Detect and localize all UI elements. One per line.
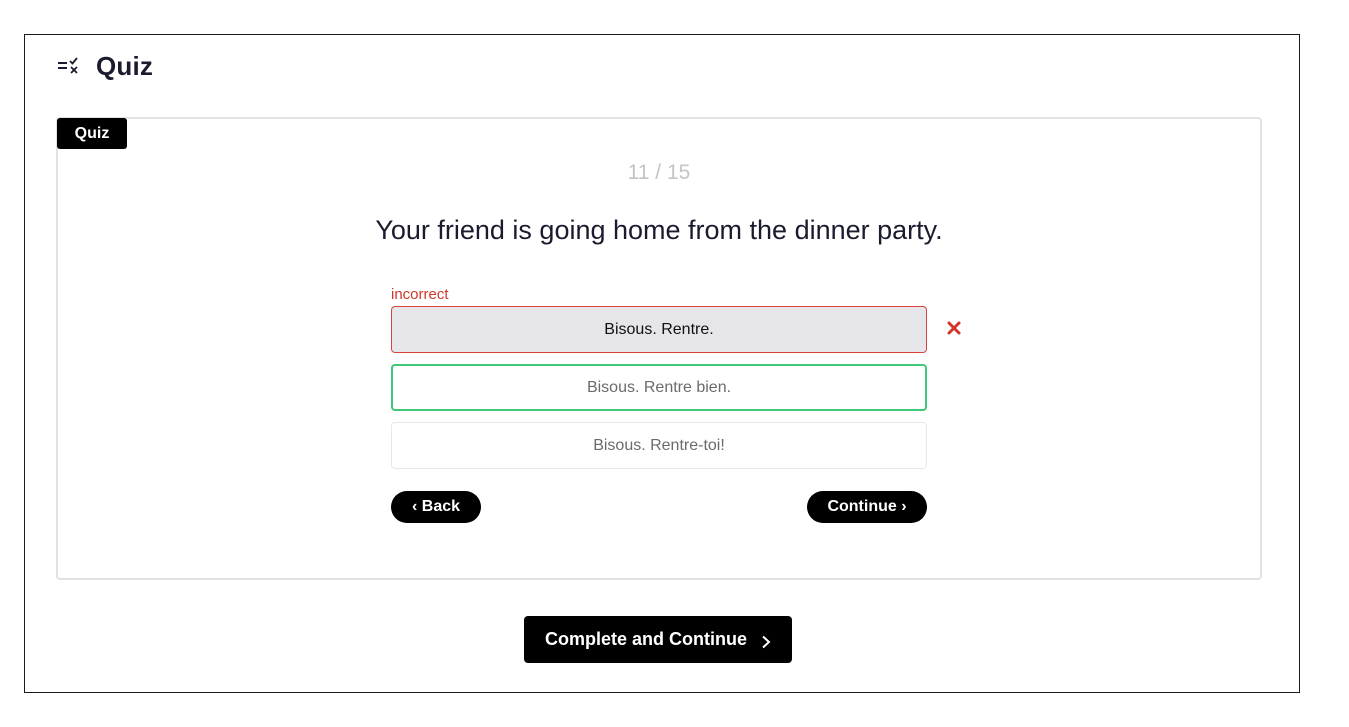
back-button[interactable]: ‹ Back [391,491,481,523]
quiz-tag: Quiz [57,118,127,149]
complete-and-continue-button[interactable]: Complete and Continue [524,616,792,663]
incorrect-x-icon [946,320,962,336]
question-text: Your friend is going home from the dinne… [375,215,943,245]
lesson-frame: Quiz Quiz 11 / 15 Your friend is going h… [24,34,1300,693]
chevron-right-icon [761,633,771,648]
continue-button[interactable]: Continue › [807,491,927,523]
answer-option-3[interactable]: Bisous. Rentre-toi! [391,422,927,469]
result-label: incorrect [391,286,449,303]
quiz-checklist-icon [57,56,81,76]
answer-option-1[interactable]: Bisous. Rentre. [391,306,927,353]
page-header: Quiz [57,51,153,81]
page-title: Quiz [96,50,154,81]
quiz-card: Quiz 11 / 15 Your friend is going home f… [56,117,1262,580]
complete-button-label: Complete and Continue [545,629,747,649]
question-counter: 11 / 15 [627,161,691,184]
answer-option-2[interactable]: Bisous. Rentre bien. [391,364,927,411]
